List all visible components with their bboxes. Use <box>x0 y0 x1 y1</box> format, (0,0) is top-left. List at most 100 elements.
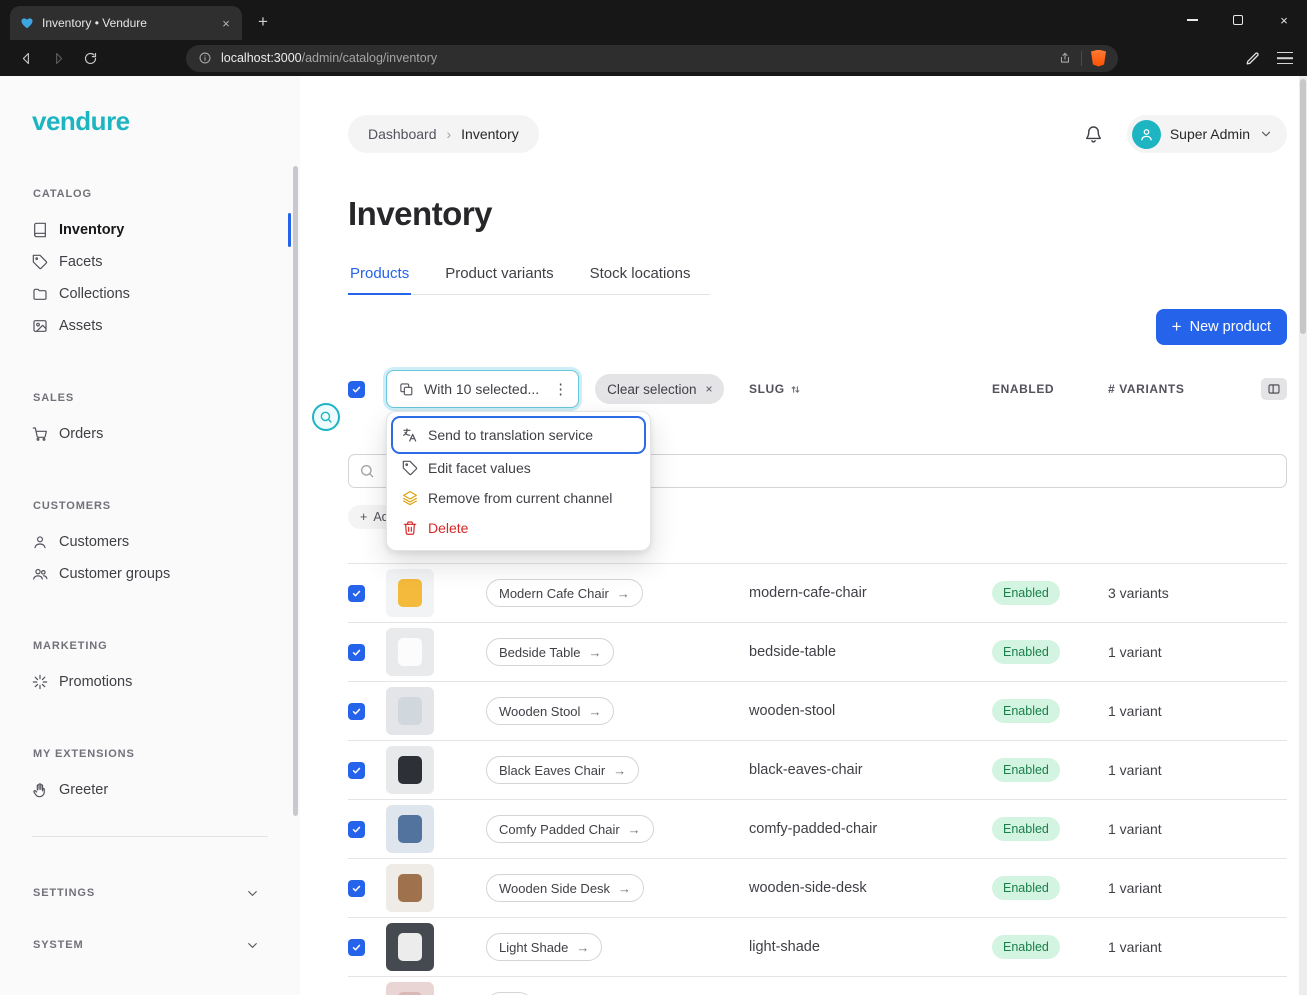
product-slug: black-eaves-chair <box>749 762 992 778</box>
clear-selection-button[interactable]: Clear selection × <box>595 374 724 404</box>
bulk-actions-menu: Send to translation serviceEdit facet va… <box>386 411 651 551</box>
share-icon[interactable] <box>1058 51 1072 65</box>
status-badge: Enabled <box>992 640 1060 664</box>
user-menu[interactable]: Super Admin <box>1127 115 1287 153</box>
row-checkbox[interactable] <box>348 703 365 720</box>
sidebar-scrollbar[interactable] <box>293 166 298 816</box>
tab-close-icon[interactable]: × <box>218 16 234 31</box>
product-image-shape <box>398 933 423 962</box>
window-minimize-button[interactable] <box>1169 0 1215 40</box>
product-image[interactable] <box>386 687 434 735</box>
breadcrumb-dashboard[interactable]: Dashboard <box>368 126 437 142</box>
column-header-variants: # VARIANTS <box>1108 382 1247 396</box>
page-scrollbar[interactable] <box>1299 76 1307 995</box>
browser-window: Inventory • Vendure × + × localhost:3000… <box>0 0 1307 995</box>
url-bar[interactable]: localhost:3000/admin/catalog/inventory <box>186 45 1118 72</box>
cart-icon <box>32 426 48 442</box>
row-checkbox[interactable] <box>348 762 365 779</box>
new-product-button[interactable]: + New product <box>1156 309 1287 345</box>
table-row: Wooden Stool→wooden-stoolEnabled1 varian… <box>348 681 1287 740</box>
column-header-slug[interactable]: SLUG <box>749 382 992 396</box>
window-close-button[interactable]: × <box>1261 0 1307 40</box>
product-slug: comfy-padded-chair <box>749 821 992 837</box>
browser-tab[interactable]: Inventory • Vendure × <box>10 6 242 40</box>
browser-menu-icon[interactable] <box>1277 52 1293 64</box>
scrollbar-thumb[interactable] <box>1300 79 1306 334</box>
kebab-icon: ⋮ <box>549 380 568 398</box>
product-name-link[interactable]: Wooden Side Desk→ <box>486 874 644 902</box>
reload-button[interactable] <box>78 46 102 70</box>
sidebar-nav: CATALOGInventoryFacetsCollectionsAssetsS… <box>0 188 300 806</box>
new-tab-button[interactable]: + <box>258 12 268 32</box>
breadcrumb-inventory: Inventory <box>461 126 519 142</box>
product-image[interactable] <box>386 864 434 912</box>
product-image[interactable] <box>386 628 434 676</box>
product-name-link[interactable]: Comfy Padded Chair→ <box>486 815 654 843</box>
product-name-link[interactable]: Wooden Stool→ <box>486 697 614 725</box>
sidebar: vendure CATALOGInventoryFacetsCollection… <box>0 76 300 995</box>
forward-button[interactable] <box>46 46 70 70</box>
product-image[interactable] <box>386 982 434 995</box>
sidebar-item-greeter[interactable]: Greeter <box>0 774 300 806</box>
user-icon <box>32 534 48 550</box>
user-icon <box>1139 127 1154 142</box>
product-image[interactable] <box>386 569 434 617</box>
inventory-icon <box>32 222 48 238</box>
product-image-shape <box>398 638 423 667</box>
sidebar-section-system[interactable]: SYSTEM <box>0 923 300 967</box>
sidebar-item-promotions[interactable]: Promotions <box>0 666 300 698</box>
product-name-link[interactable]: Bedside Table→ <box>486 638 614 666</box>
sidebar-item-assets[interactable]: Assets <box>0 310 300 342</box>
tab-products[interactable]: Products <box>348 257 411 294</box>
page-title: Inventory <box>348 195 1287 233</box>
column-settings-button[interactable] <box>1261 378 1287 400</box>
product-image[interactable] <box>386 805 434 853</box>
sidebar-item-customers[interactable]: Customers <box>0 526 300 558</box>
table-row: Modern Cafe Chair→modern-cafe-chairEnabl… <box>348 563 1287 622</box>
product-image[interactable] <box>386 923 434 971</box>
site-info-icon[interactable] <box>198 51 212 65</box>
product-name-link[interactable]: Light Shade→ <box>486 933 602 961</box>
sidebar-item-facets[interactable]: Facets <box>0 246 300 278</box>
product-image[interactable] <box>386 746 434 794</box>
window-maximize-button[interactable] <box>1215 0 1261 40</box>
status-badge: Enabled <box>992 758 1060 782</box>
sparkle-icon <box>32 674 48 690</box>
menu-item-delete[interactable]: Delete <box>394 513 643 543</box>
sidebar-section-settings[interactable]: SETTINGS <box>0 871 300 915</box>
tab-product-variants[interactable]: Product variants <box>443 257 555 294</box>
sidebar-item-inventory[interactable]: Inventory <box>0 214 300 246</box>
brave-shield-icon[interactable] <box>1091 50 1106 67</box>
row-checkbox[interactable] <box>348 644 365 661</box>
status-badge: Enabled <box>992 876 1060 900</box>
arrow-right-icon: → <box>628 822 641 837</box>
menu-item-send-to-translation-service[interactable]: Send to translation service <box>394 419 643 451</box>
row-checkbox[interactable] <box>348 939 365 956</box>
search-bubble-icon[interactable] <box>312 403 340 431</box>
sidebar-item-orders[interactable]: Orders <box>0 418 300 450</box>
sidebar-item-customer-groups[interactable]: Customer groups <box>0 558 300 590</box>
users-icon <box>32 566 48 582</box>
row-checkbox[interactable] <box>348 585 365 602</box>
select-all-checkbox[interactable] <box>348 381 365 398</box>
sidebar-item-label: Promotions <box>59 674 132 690</box>
pencil-icon[interactable] <box>1244 50 1261 67</box>
variant-count: 1 variant <box>1108 703 1247 719</box>
product-name-link[interactable]: Modern Cafe Chair→ <box>486 579 643 607</box>
sidebar-item-collections[interactable]: Collections <box>0 278 300 310</box>
row-checkbox[interactable] <box>348 821 365 838</box>
menu-item-remove-from-current-channel[interactable]: Remove from current channel <box>394 483 643 513</box>
sidebar-item-label: Customer groups <box>59 566 170 582</box>
back-button[interactable] <box>14 46 38 70</box>
tab-stock-locations[interactable]: Stock locations <box>588 257 693 294</box>
product-name-link[interactable]: Black Eaves Chair→ <box>486 756 639 784</box>
url-text: localhost:3000/admin/catalog/inventory <box>221 51 1049 65</box>
layers-icon <box>402 490 418 506</box>
notifications-button[interactable] <box>1075 115 1113 153</box>
tag-icon <box>402 460 418 476</box>
sidebar-item-label: Collections <box>59 286 130 302</box>
menu-item-edit-facet-values[interactable]: Edit facet values <box>394 453 643 483</box>
bulk-actions-button[interactable]: With 10 selected... ⋮ <box>386 370 579 408</box>
row-checkbox[interactable] <box>348 880 365 897</box>
check-icon <box>351 706 362 717</box>
